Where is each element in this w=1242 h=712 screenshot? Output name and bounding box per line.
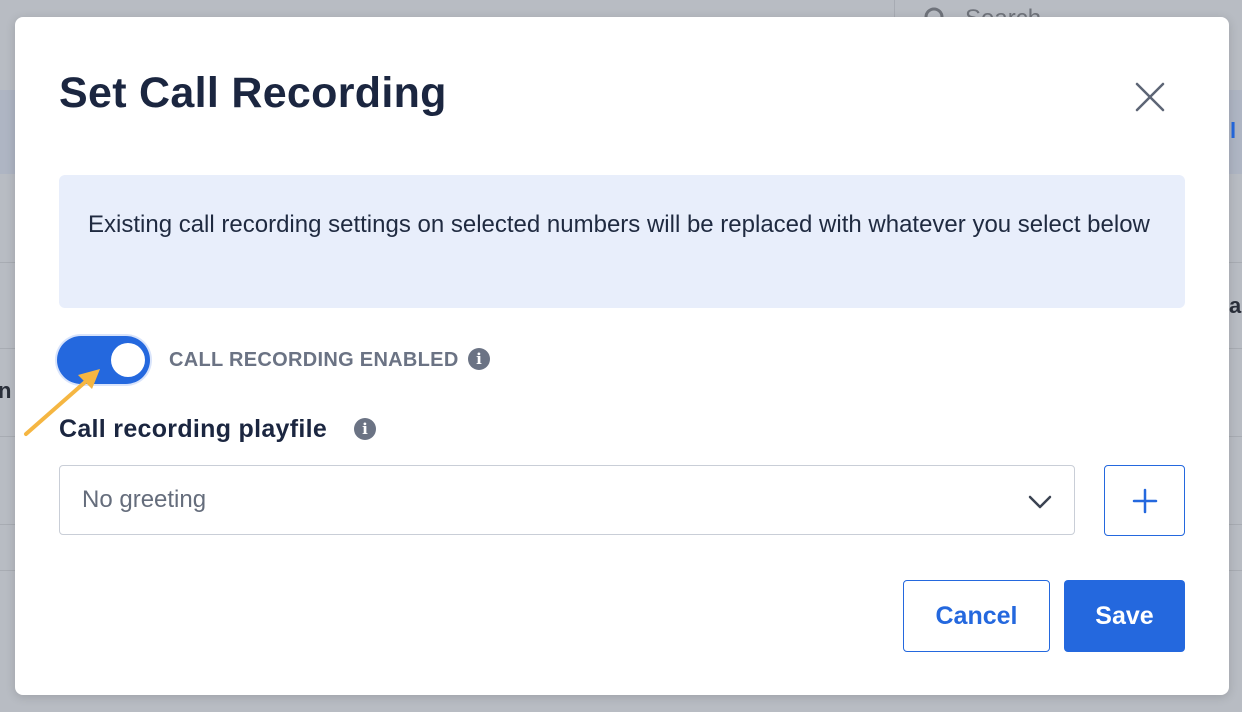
add-playfile-button[interactable] [1104, 465, 1185, 536]
background-cell-fragment: n [0, 378, 12, 403]
info-icon[interactable]: i [468, 348, 490, 370]
close-icon [1135, 82, 1165, 112]
close-button[interactable] [1128, 75, 1172, 119]
dialog-title: Set Call Recording [59, 69, 447, 117]
playfile-selected-value: No greeting [82, 486, 207, 513]
chevron-down-icon [1028, 495, 1052, 509]
save-button[interactable]: Save [1064, 580, 1185, 652]
toggle-knob [111, 343, 145, 377]
notice-text: Existing call recording settings on sele… [88, 211, 1150, 238]
background-link-fragment: l [1230, 118, 1237, 143]
info-icon[interactable]: i [354, 418, 376, 440]
replace-warning-notice: Existing call recording settings on sele… [59, 175, 1185, 308]
plus-icon [1132, 488, 1157, 513]
call-recording-dialog: Set Call Recording Existing call recordi… [15, 17, 1229, 695]
playfile-select[interactable]: No greeting [59, 465, 1075, 535]
annotation-arrow-icon [24, 369, 100, 436]
cancel-button[interactable]: Cancel [903, 580, 1050, 652]
background-header-fragment: a [1229, 293, 1242, 318]
toggle-label: CALL RECORDING ENABLED [169, 349, 459, 371]
